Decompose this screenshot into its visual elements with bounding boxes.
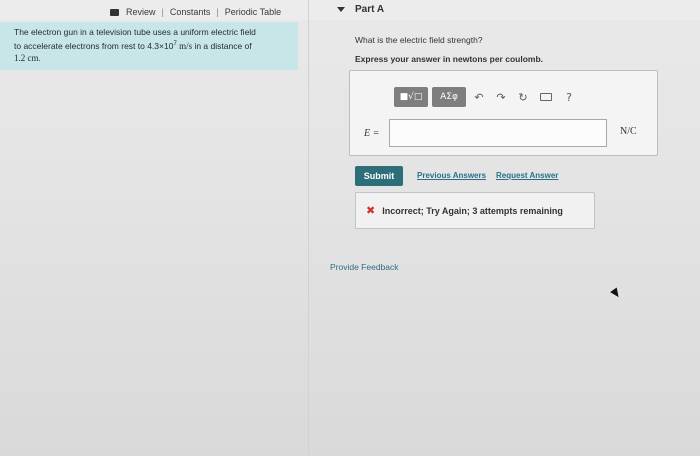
redo-icon[interactable]: ↷ <box>492 87 510 107</box>
variable-label: E = <box>364 128 380 139</box>
separator: | <box>216 7 219 17</box>
keyboard-icon[interactable] <box>536 87 556 107</box>
periodic-table-link[interactable]: Periodic Table <box>225 7 281 17</box>
answer-input[interactable] <box>389 119 607 147</box>
problem-line-1: The electron gun in a television tube us… <box>14 27 256 37</box>
review-bar: Review | Constants | Periodic Table <box>110 5 281 19</box>
answer-panel: ■√□ ΑΣφ ↶ ↷ ↻ ? E = N/C <box>349 70 658 156</box>
math-toolbar: ■√□ ΑΣφ ↶ ↷ ↻ ? <box>394 86 578 108</box>
help-icon[interactable]: ? <box>560 87 578 107</box>
screen: Review | Constants | Periodic Table The … <box>0 0 700 456</box>
review-link[interactable]: Review <box>126 7 156 17</box>
previous-answers-link[interactable]: Previous Answers <box>417 171 486 180</box>
problem-line-3: 1.2 cm. <box>14 52 41 63</box>
book-icon <box>110 8 119 16</box>
feedback-box: ✖ Incorrect; Try Again; 3 attempts remai… <box>355 192 595 229</box>
request-answer-link[interactable]: Request Answer <box>496 171 558 180</box>
incorrect-x-icon: ✖ <box>366 204 376 217</box>
column-divider <box>308 0 309 456</box>
greek-symbols-button[interactable]: ΑΣφ <box>432 87 466 107</box>
unit-label: N/C <box>620 126 637 137</box>
question-text: What is the electric field strength? <box>355 35 483 45</box>
separator: | <box>161 7 164 17</box>
reset-icon[interactable]: ↻ <box>514 87 532 107</box>
feedback-message: Incorrect; Try Again; 3 attempts remaini… <box>382 205 563 216</box>
part-a-header[interactable]: Part A <box>337 4 384 15</box>
problem-line-2: to accelerate electrons from rest to 4.3… <box>14 40 252 51</box>
collapse-triangle-icon[interactable] <box>337 7 345 12</box>
part-title: Part A <box>355 4 385 15</box>
submit-button[interactable]: Submit <box>355 166 403 186</box>
provide-feedback-link[interactable]: Provide Feedback <box>330 262 399 272</box>
mouse-cursor-icon <box>610 287 622 300</box>
undo-icon[interactable]: ↶ <box>470 87 488 107</box>
constants-link[interactable]: Constants <box>170 7 211 17</box>
instruction-text: Express your answer in newtons per coulo… <box>355 54 543 64</box>
problem-statement: The electron gun in a television tube us… <box>0 22 298 70</box>
templates-button[interactable]: ■√□ <box>394 87 428 107</box>
